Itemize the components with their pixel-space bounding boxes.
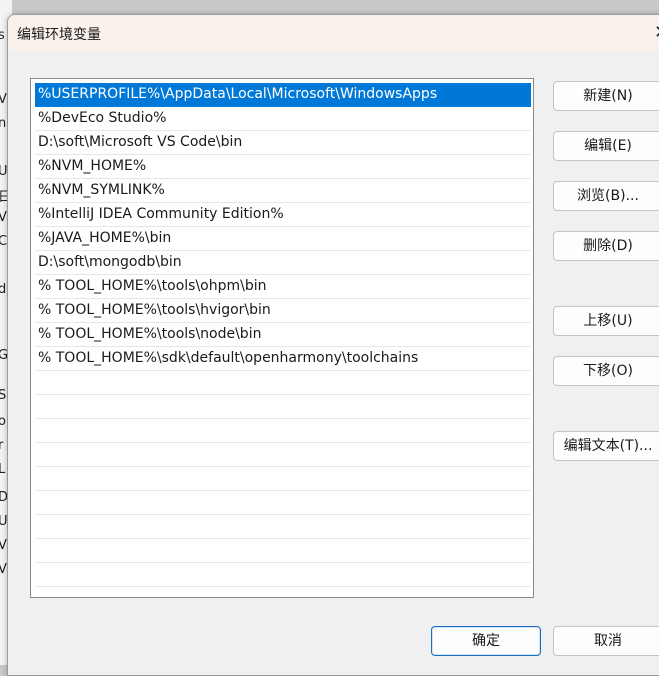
background-text-fragment: S [0,388,7,403]
path-list-item[interactable]: % TOOL_HOME%\sdk\default\openharmony\too… [35,347,531,371]
path-list-item[interactable]: D:\soft\mongodb\bin [35,251,531,275]
move-up-button[interactable]: 上移(U) [553,306,659,336]
path-list[interactable]: %USERPROFILE%\AppData\Local\Microsoft\Wi… [30,78,534,598]
background-text-fragment: V [0,562,7,577]
path-list-item[interactable]: % TOOL_HOME%\tools\hvigor\bin [35,299,531,323]
dialog-title: 编辑环境变量 [17,27,101,43]
move-down-button[interactable]: 下移(O) [553,356,659,386]
background-text-fragment: V [0,92,7,107]
path-list-item[interactable] [35,419,531,443]
background-text-fragment: V [0,538,7,553]
background-text-fragment: n [0,116,7,131]
background-text-fragment: V [0,210,7,225]
path-list-item[interactable]: %DevEco Studio% [35,107,531,131]
edit-environment-variable-dialog: 编辑环境变量 ✕ %USERPROFILE%\AppData\Local\Mic… [7,14,659,676]
path-list-item[interactable]: % TOOL_HOME%\tools\ohpm\bin [35,275,531,299]
path-list-item[interactable] [35,395,531,419]
path-list-item[interactable] [35,443,531,467]
path-list-item[interactable]: %IntelliJ IDEA Community Edition% [35,203,531,227]
path-list-item[interactable] [35,539,531,563]
path-list-item[interactable] [35,563,531,587]
path-list-item[interactable] [35,491,531,515]
path-list-item[interactable] [35,467,531,491]
path-list-item[interactable]: %NVM_SYMLINK% [35,179,531,203]
delete-button[interactable]: 删除(D) [553,231,659,261]
path-list-item[interactable]: D:\soft\Microsoft VS Code\bin [35,131,531,155]
close-icon[interactable]: ✕ [654,15,659,51]
title-bar: 编辑环境变量 ✕ [8,15,659,51]
path-list-item[interactable]: %NVM_HOME% [35,155,531,179]
path-list-item[interactable]: % TOOL_HOME%\tools\node\bin [35,323,531,347]
edit-button[interactable]: 编辑(E) [553,131,659,161]
background-text-fragment: r [0,438,4,453]
ok-button[interactable]: 确定 [431,626,541,656]
background-text-fragment: d [0,282,7,297]
path-list-item[interactable] [35,371,531,395]
background-text-fragment: s [0,28,5,43]
new-button[interactable]: 新建(N) [553,81,659,111]
path-list-item[interactable] [35,515,531,539]
path-list-item-selected[interactable]: %USERPROFILE%\AppData\Local\Microsoft\Wi… [35,83,531,107]
background-text-fragment: L [0,462,6,477]
background-text-fragment: o [0,414,6,429]
browse-button[interactable]: 浏览(B)... [553,181,659,211]
cancel-button[interactable]: 取消 [553,626,659,656]
path-list-item[interactable]: %JAVA_HOME%\bin [35,227,531,251]
edit-text-button[interactable]: 编辑文本(T)... [553,431,659,461]
